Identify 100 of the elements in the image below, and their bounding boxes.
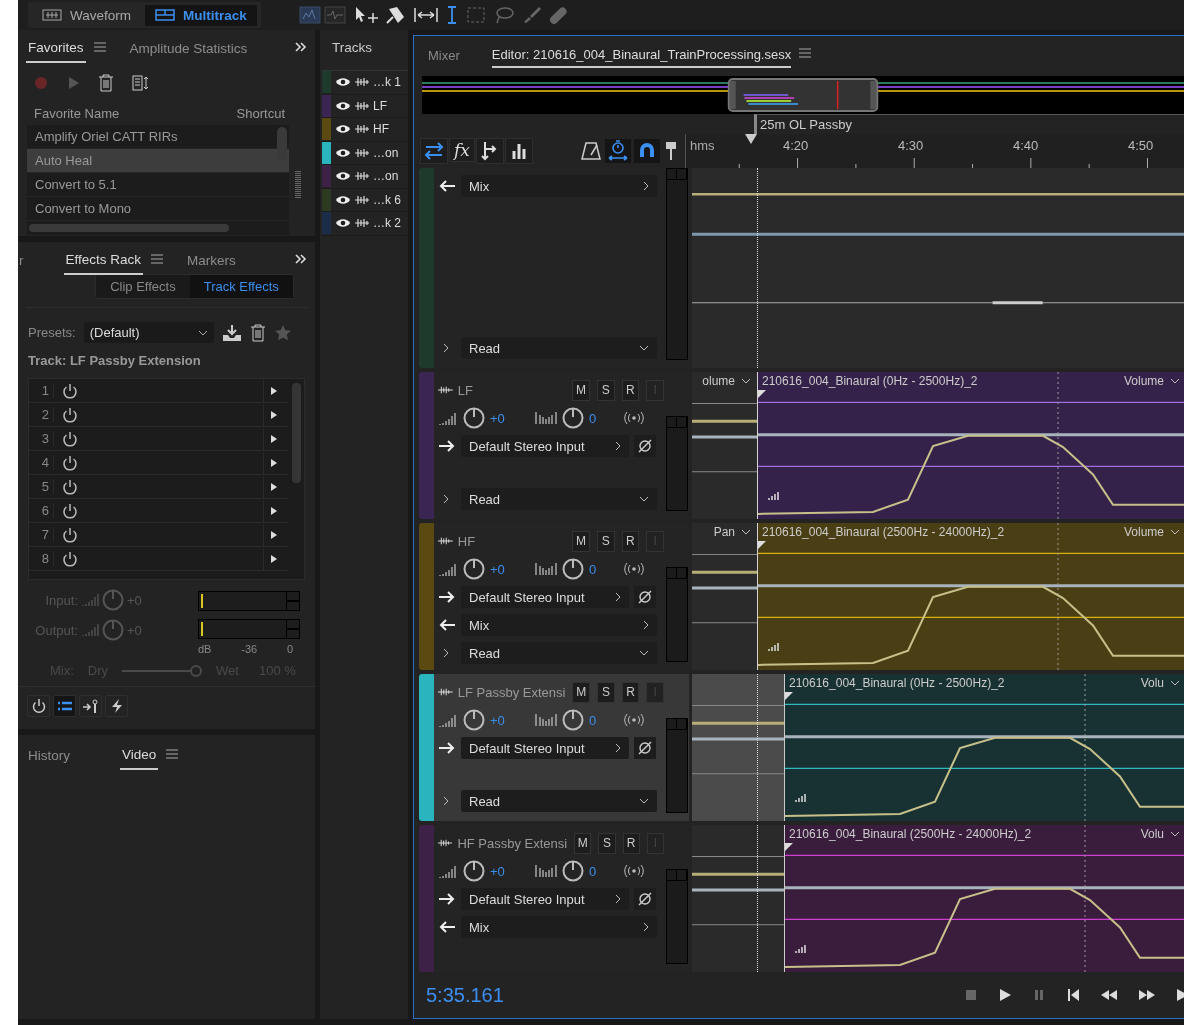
eye-icon[interactable] — [335, 170, 351, 183]
track-toggle-button[interactable]: S — [596, 530, 615, 552]
play-icon[interactable] — [270, 505, 278, 516]
scrollbar[interactable] — [277, 127, 287, 161]
lane-parameter-dropdown[interactable]: Pan — [713, 525, 751, 539]
audio-clip[interactable]: 210616_004_Binaural (2500Hz - 24000Hz)_2 Volu — [784, 825, 1184, 972]
editor-tab[interactable]: Editor: 210616_004_Binaural_TrainProcessing.sesx — [491, 38, 792, 68]
track-toggle-button[interactable]: R — [621, 681, 640, 703]
input-dropdown[interactable]: Default Stereo Input — [461, 737, 629, 759]
fast-forward-icon[interactable] — [1138, 988, 1156, 1002]
track-toggle-button[interactable]: M — [572, 530, 590, 552]
favorite-item[interactable]: Auto Heal — [27, 149, 289, 173]
skip-back-icon[interactable] — [1066, 988, 1080, 1002]
track-item[interactable]: …k 2 — [322, 212, 408, 236]
output-dropdown[interactable]: Mix — [461, 175, 657, 197]
phase-invert-button[interactable] — [634, 737, 656, 759]
clip-gain-icon[interactable] — [768, 491, 780, 501]
send-icon[interactable] — [476, 138, 504, 164]
lane-parameter-dropdown[interactable]: olume — [702, 374, 751, 388]
effect-slot[interactable]: 3 — [29, 427, 288, 451]
audio-clip[interactable]: 210616_004_Binaural (2500Hz - 24000Hz)_2 Volume — [757, 523, 1184, 670]
eye-icon[interactable] — [335, 146, 351, 159]
play-icon[interactable] — [270, 481, 278, 492]
pause-icon[interactable] — [1032, 988, 1046, 1002]
trash-icon[interactable] — [249, 323, 266, 342]
track-name[interactable]: LF Passby Extensi — [457, 684, 566, 700]
automation-dropdown[interactable]: Read — [461, 488, 657, 510]
audio-clip[interactable]: 210616_004_Binaural (0Hz - 2500Hz)_2 Volu — [784, 674, 1184, 821]
menu-icon[interactable] — [93, 42, 106, 52]
list-button[interactable] — [53, 695, 76, 717]
trash-icon[interactable] — [98, 74, 114, 92]
stereo-icon[interactable] — [624, 412, 644, 424]
bolt-button[interactable] — [105, 695, 128, 717]
track-toggle-button[interactable]: S — [598, 832, 616, 854]
volume-knob[interactable] — [463, 558, 485, 580]
clip-parameter-dropdown[interactable]: Volu — [1140, 827, 1180, 841]
eye-icon[interactable] — [335, 217, 351, 230]
input-dropdown[interactable]: Default Stereo Input — [461, 888, 629, 910]
track-toggle-button[interactable]: R — [621, 530, 640, 552]
stop-icon[interactable] — [964, 988, 978, 1002]
panel-tab[interactable]: r — [17, 244, 26, 274]
track-item[interactable]: …on — [322, 165, 408, 189]
volume-knob[interactable] — [463, 709, 485, 731]
eye-icon[interactable] — [335, 123, 351, 136]
eq-bars-icon[interactable] — [505, 138, 533, 164]
favorite-item[interactable]: Convert to Mono — [27, 197, 289, 221]
power-button[interactable] — [27, 695, 50, 717]
play-icon[interactable] — [998, 988, 1012, 1002]
swap-icon[interactable] — [420, 138, 448, 164]
input-dropdown[interactable]: Default Stereo Input — [461, 435, 629, 457]
play-icon[interactable] — [270, 457, 278, 468]
output-dropdown[interactable]: Mix — [461, 614, 657, 636]
clip-gain-icon[interactable] — [768, 642, 780, 652]
workspace-tab[interactable]: Waveform — [32, 4, 141, 26]
track-item[interactable]: …k 1 — [322, 71, 408, 95]
favorite-item[interactable]: Convert to 5.1 — [27, 173, 289, 197]
track-item[interactable]: …k 6 — [322, 188, 408, 212]
automation-dropdown[interactable]: Read — [461, 642, 657, 664]
menu-icon[interactable] — [151, 254, 164, 264]
panel-tab[interactable]: Amplitude Statistics — [127, 32, 250, 62]
resize-handle[interactable] — [295, 171, 301, 199]
playhead-marker[interactable] — [745, 134, 757, 146]
effect-slot[interactable]: 2 — [29, 403, 288, 427]
play-icon[interactable] — [1176, 988, 1184, 1002]
eye-icon[interactable] — [335, 76, 351, 89]
phase-invert-button[interactable] — [634, 435, 656, 457]
stereo-icon[interactable] — [624, 563, 644, 575]
mode-tab[interactable]: Track Effects — [189, 275, 293, 298]
pan-knob[interactable] — [562, 860, 584, 882]
track-toggle-button[interactable]: S — [596, 379, 615, 401]
track-toggle-button[interactable]: S — [597, 681, 615, 703]
timer-icon[interactable] — [605, 139, 631, 163]
pan-knob[interactable] — [562, 558, 584, 580]
track-item[interactable]: HF — [322, 118, 408, 142]
scrollbar[interactable] — [29, 224, 229, 232]
slip-tool-icon[interactable] — [412, 5, 439, 25]
effect-slot[interactable]: 8 — [29, 547, 288, 571]
fade-handle[interactable] — [758, 390, 766, 398]
automation-dropdown[interactable]: Read — [461, 790, 657, 812]
magnet-icon[interactable] — [634, 139, 660, 163]
stereo-icon[interactable] — [624, 865, 644, 877]
fade-handle[interactable] — [785, 692, 793, 700]
audio-clip[interactable]: 210616_004_Binaural (0Hz - 2500Hz)_2 Volume — [757, 372, 1184, 519]
track-name[interactable]: HF — [457, 533, 566, 549]
clip-parameter-dropdown[interactable]: Volume — [1123, 374, 1180, 388]
panel-tab[interactable]: Video — [120, 738, 159, 770]
play-icon[interactable] — [270, 529, 278, 540]
track-toggle-button[interactable]: M — [572, 379, 590, 401]
download-icon[interactable] — [221, 323, 242, 342]
presets-dropdown[interactable]: (Default) — [83, 322, 214, 343]
panel-tab[interactable]: Favorites — [26, 31, 86, 63]
play-icon[interactable] — [270, 409, 278, 420]
panel-tab[interactable]: Markers — [185, 244, 238, 274]
track-toggle-button[interactable]: R — [621, 379, 640, 401]
clip-gain-icon[interactable] — [795, 793, 807, 803]
scrollbar[interactable] — [292, 383, 301, 483]
stereo-icon[interactable] — [624, 714, 644, 726]
effects-button[interactable]: fx — [449, 138, 475, 162]
overflow-icon[interactable] — [295, 254, 307, 264]
effect-slot[interactable]: 7 — [29, 523, 288, 547]
